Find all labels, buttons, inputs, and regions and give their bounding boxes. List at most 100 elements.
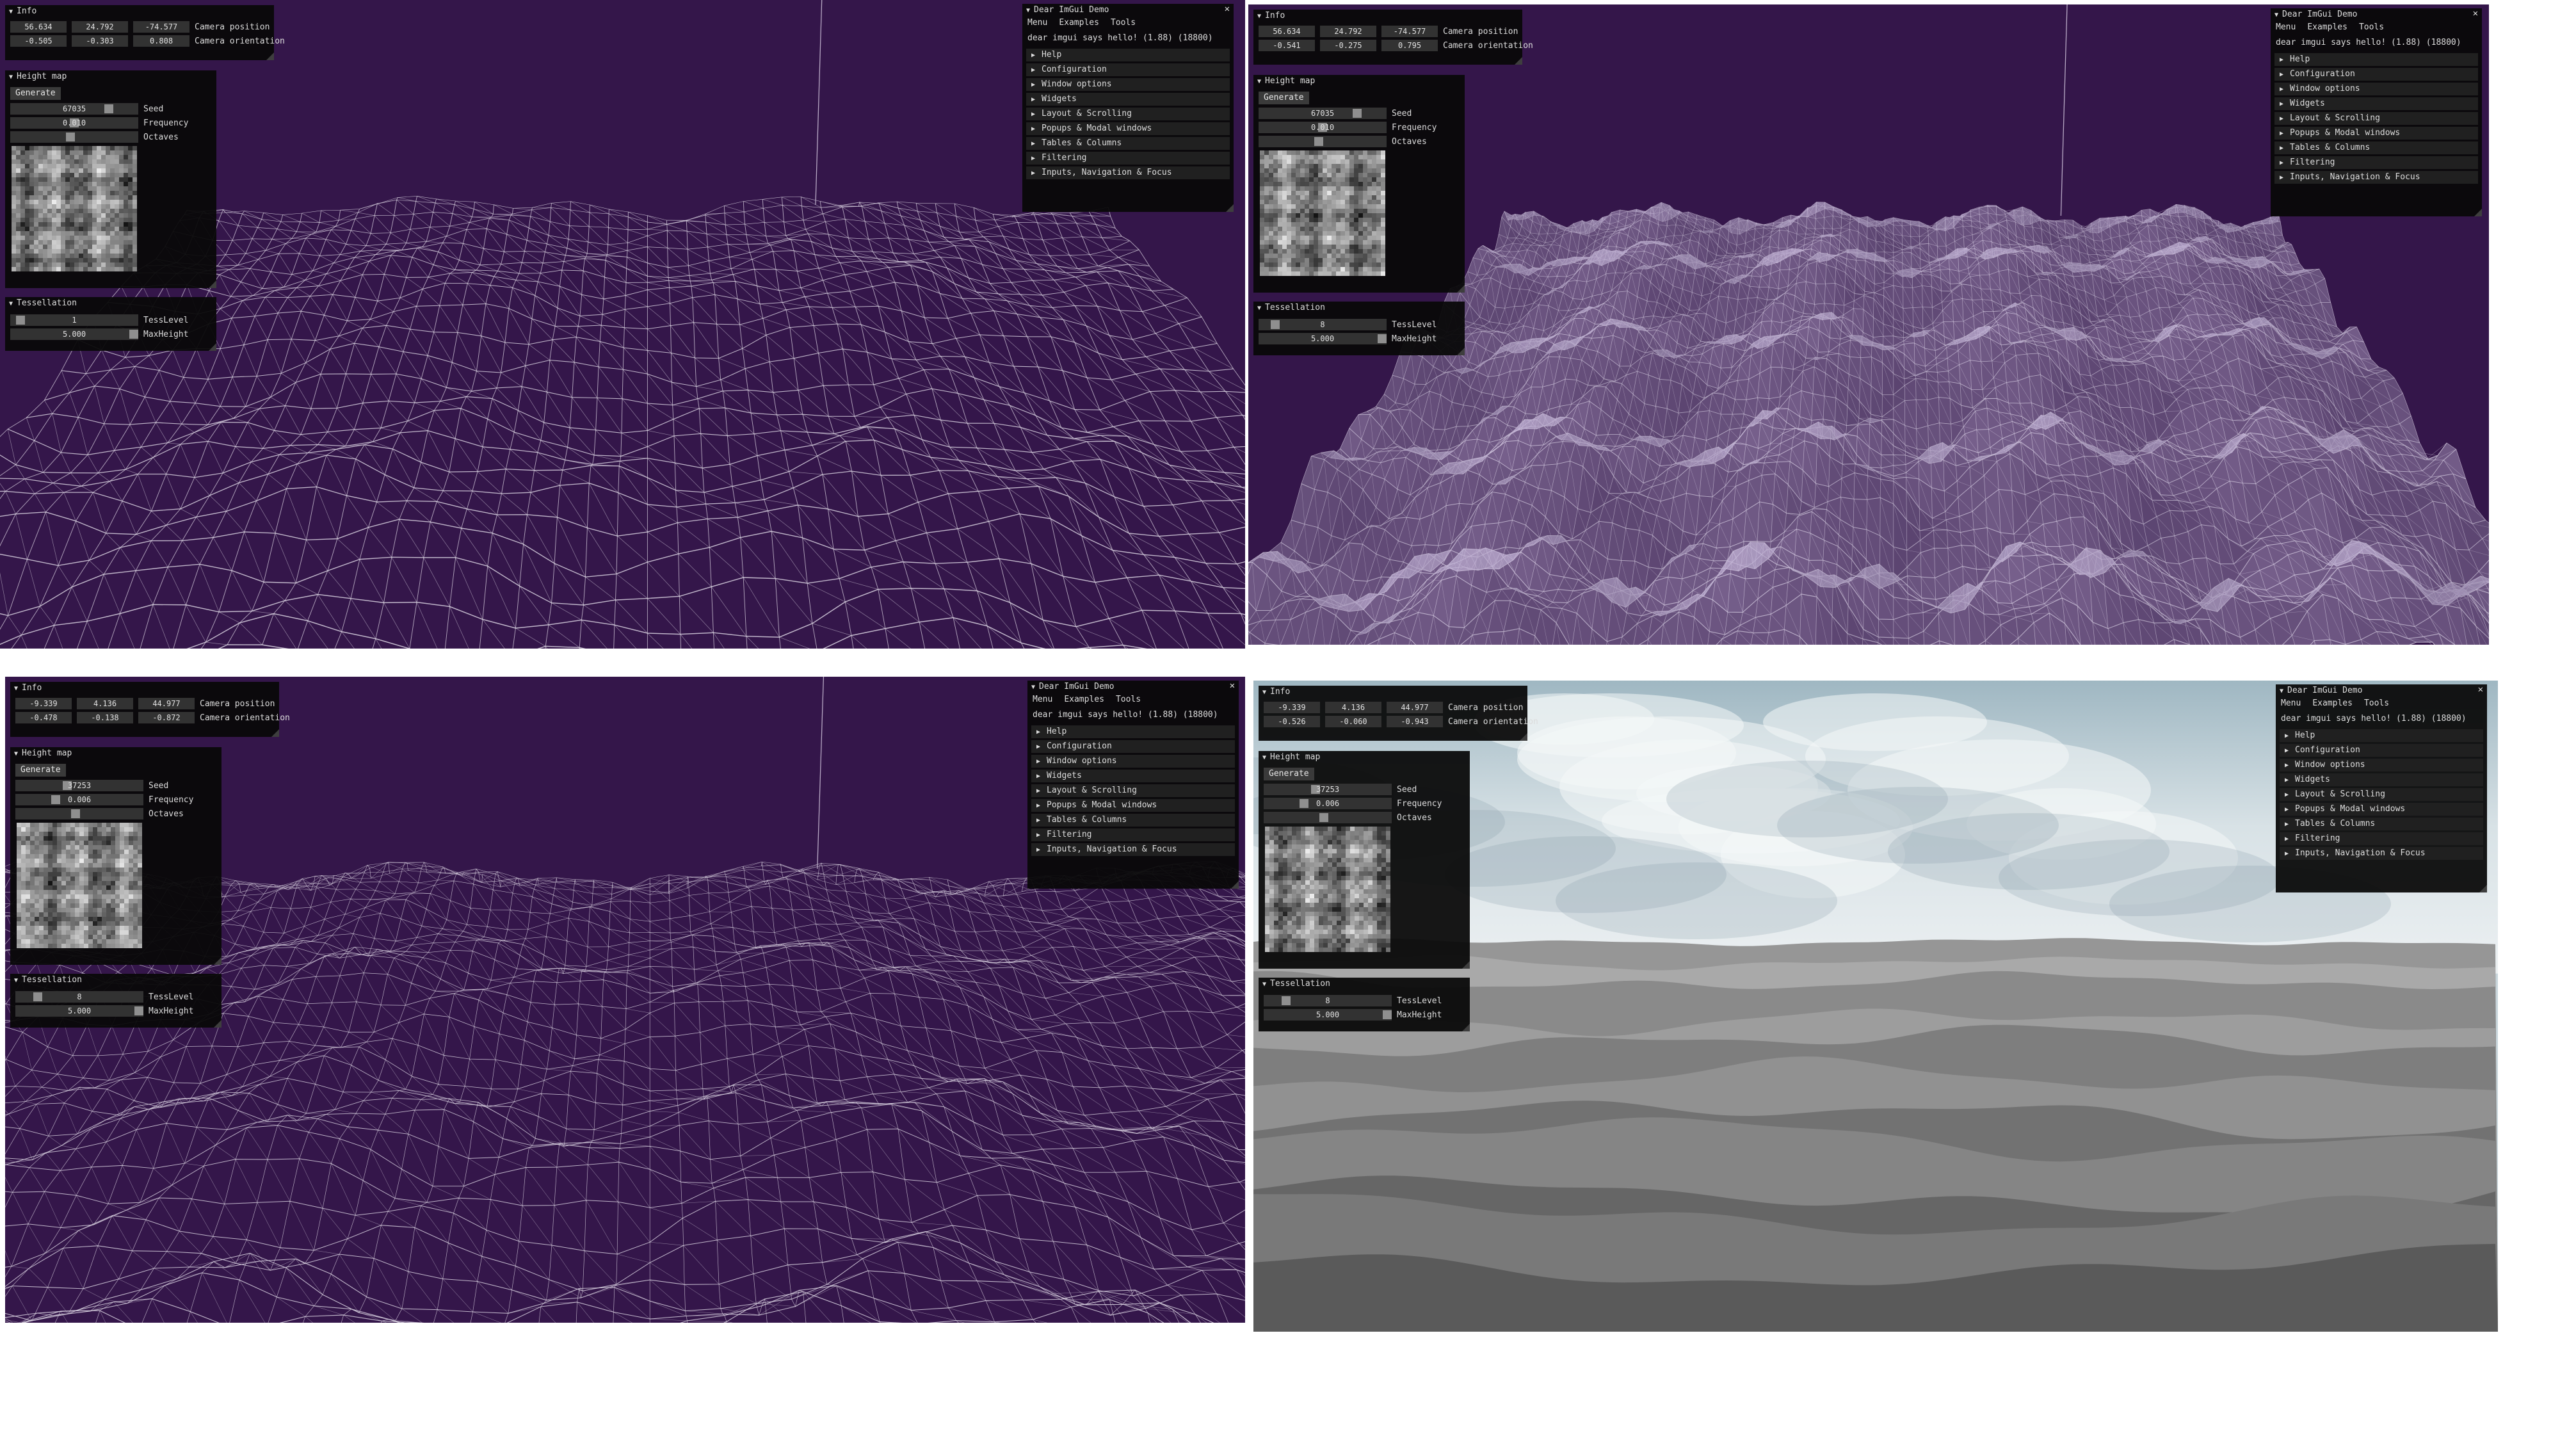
collapsing-header[interactable]: ▶ Configuration [2280,744,2483,757]
collapsing-header[interactable]: ▶ Widgets [2274,97,2478,110]
collapsing-header[interactable]: ▶ Tables & Columns [1031,814,1235,827]
viewport-top-right[interactable]: ▼ Info 56.634 24.792 -74.577 Camera position -… [1248,4,2489,645]
resize-grip-icon[interactable] [1231,881,1239,889]
seed-slider[interactable]: 67035 [10,103,138,115]
viewport-bottom-left[interactable]: ▼ Info -9.339 4.136 44.977 Camera position -0.… [5,677,1245,1323]
collapsing-header[interactable]: ▶ Layout & Scrolling [1031,784,1235,797]
window-title-bar[interactable]: ▼ Info [1253,10,1522,22]
camera-position-field[interactable]: 24.792 [72,21,128,33]
collapsing-header[interactable]: ▶ Window options [2280,759,2483,771]
collapse-arrow-icon[interactable]: ▼ [14,685,18,692]
collapsing-header[interactable]: ▶ Filtering [2280,832,2483,845]
tess-level-slider[interactable]: 8 [15,991,143,1003]
menu-item-examples[interactable]: Examples [2307,22,2347,35]
resize-grip-icon[interactable] [2479,885,2487,892]
window-title-bar[interactable]: ▼ Dear ImGui Demo [1022,4,1234,17]
octaves-slider[interactable] [1259,136,1387,147]
camera-orientation-field[interactable]: -0.943 [1387,716,1443,727]
slider-grab-handle[interactable] [134,1006,143,1015]
menu-item-tools[interactable]: Tools [2364,698,2389,711]
generate-button[interactable]: Generate [10,87,61,100]
slider-grab-handle[interactable] [33,992,42,1001]
slider-grab-handle[interactable] [1314,137,1323,146]
collapsing-header[interactable]: ▶ Configuration [1031,740,1235,753]
window-title-bar[interactable]: ▼ Info [5,5,274,18]
resize-grip-icon[interactable] [266,52,274,60]
octaves-slider[interactable] [15,808,143,819]
camera-orientation-field[interactable]: 0.795 [1381,40,1438,51]
resize-grip-icon[interactable] [1462,961,1470,969]
collapsing-header[interactable]: ▶ Window options [1026,78,1230,91]
max-height-slider[interactable]: 5.000 [10,328,138,340]
slider-grab-handle[interactable] [1319,813,1328,822]
menu-item-examples[interactable]: Examples [1064,695,1104,707]
window-title-bar[interactable]: ▼ Tessellation [10,974,221,987]
heightmap-window[interactable]: ▼ Height map Generate 67035 Seed 0.010 Frequen… [1253,75,1465,293]
menu-item-examples[interactable]: Examples [1059,18,1099,31]
tessellation-window[interactable]: ▼ Tessellation 1 TessLevel 5.000 MaxHeight [5,297,216,351]
resize-grip-icon[interactable] [214,957,221,965]
window-title-bar[interactable]: ▼ Dear ImGui Demo [2271,8,2482,21]
resize-grip-icon[interactable] [1462,1024,1470,1031]
camera-position-field[interactable]: -9.339 [1264,702,1320,713]
imgui-demo-window[interactable]: ▼ Dear ImGui Demo ✕ Menu Examples Tools dear i… [2271,8,2482,216]
menu-item-menu[interactable]: Menu [2276,22,2296,35]
frequency-slider[interactable]: 0.010 [1259,122,1387,133]
heightmap-window[interactable]: ▼ Height map Generate 37253 Seed 0.006 Frequen… [1259,751,1470,969]
resize-grip-icon[interactable] [1520,733,1527,741]
camera-position-field[interactable]: 24.792 [1320,26,1376,37]
info-window[interactable]: ▼ Info -9.339 4.136 44.977 Camera position -0.… [10,682,290,737]
frequency-slider[interactable]: 0.006 [1264,798,1392,809]
generate-button[interactable]: Generate [15,764,66,777]
collapsing-header[interactable]: ▶ Widgets [2280,773,2483,786]
collapse-arrow-icon[interactable]: ▼ [1262,689,1266,696]
menu-item-menu[interactable]: Menu [2281,698,2301,711]
slider-grab-handle[interactable] [129,330,138,339]
collapse-arrow-icon[interactable]: ▼ [1031,684,1035,691]
slider-grab-handle[interactable] [1353,109,1362,118]
frequency-slider[interactable]: 0.010 [10,117,138,129]
viewport-bottom-right[interactable]: ▼ Info -9.339 4.136 44.977 Camera position -0.… [1253,681,2498,1332]
collapse-arrow-icon[interactable]: ▼ [1257,78,1261,85]
collapsing-header[interactable]: ▶ Popups & Modal windows [1031,799,1235,812]
window-title-bar[interactable]: ▼ Height map [5,70,216,83]
collapsing-header[interactable]: ▶ Popups & Modal windows [2280,803,2483,816]
slider-grab-handle[interactable] [1300,799,1308,808]
collapse-arrow-icon[interactable]: ▼ [1257,305,1261,312]
heightmap-window[interactable]: ▼ Height map Generate 67035 Seed 0.010 Frequen… [5,70,216,288]
collapsing-header[interactable]: ▶ Filtering [1031,828,1235,841]
collapse-arrow-icon[interactable]: ▼ [1262,981,1266,988]
collapse-arrow-icon[interactable]: ▼ [2274,12,2278,19]
generate-button[interactable]: Generate [1259,92,1309,104]
menu-item-examples[interactable]: Examples [2312,698,2353,711]
window-title-bar[interactable]: ▼ Height map [1259,751,1470,764]
collapsing-header[interactable]: ▶ Tables & Columns [1026,137,1230,150]
collapsing-header[interactable]: ▶ Help [2274,53,2478,66]
collapsing-header[interactable]: ▶ Help [1031,725,1235,738]
viewport-top-left[interactable]: ▼ Info 56.634 24.792 -74.577 Camera position -… [0,0,1245,649]
seed-slider[interactable]: 67035 [1259,108,1387,119]
menu-item-tools[interactable]: Tools [2359,22,2384,35]
camera-orientation-field[interactable]: -0.138 [77,712,133,723]
resize-grip-icon[interactable] [271,729,279,737]
collapsing-header[interactable]: ▶ Configuration [2274,68,2478,81]
camera-orientation-field[interactable]: -0.275 [1320,40,1376,51]
imgui-demo-window[interactable]: ▼ Dear ImGui Demo ✕ Menu Examples Tools dear i… [1027,681,1239,889]
window-title-bar[interactable]: ▼ Dear ImGui Demo [2276,684,2487,697]
resize-grip-icon[interactable] [2474,209,2482,216]
window-title-bar[interactable]: ▼ Height map [10,747,221,760]
collapse-arrow-icon[interactable]: ▼ [9,300,13,307]
seed-slider[interactable]: 37253 [1264,784,1392,795]
menu-item-menu[interactable]: Menu [1033,695,1052,707]
camera-position-field[interactable]: 56.634 [10,21,67,33]
resize-grip-icon[interactable] [1226,204,1234,212]
collapse-arrow-icon[interactable]: ▼ [14,977,18,984]
collapse-arrow-icon[interactable]: ▼ [9,8,13,15]
collapsing-header[interactable]: ▶ Help [1026,49,1230,61]
camera-orientation-field[interactable]: -0.060 [1325,716,1381,727]
slider-grab-handle[interactable] [1271,320,1280,329]
tess-level-slider[interactable]: 8 [1264,995,1392,1006]
collapsing-header[interactable]: ▶ Window options [1031,755,1235,768]
slider-grab-handle[interactable] [104,104,113,113]
resize-grip-icon[interactable] [209,343,216,351]
